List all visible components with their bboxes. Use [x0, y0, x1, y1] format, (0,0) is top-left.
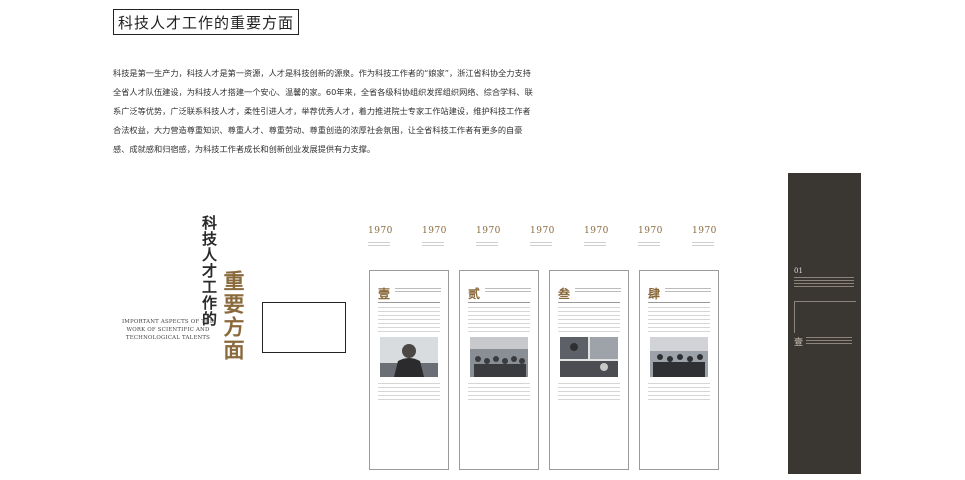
- panel-1: 壹: [369, 270, 449, 470]
- vertical-title: 科技人才工作的: [200, 215, 218, 327]
- panel-number: 01: [794, 267, 803, 275]
- panel-numeral: 贰: [468, 287, 481, 301]
- english-subtitle: IMPORTANT ASPECTS OF THE WORK OF SCIENTI…: [121, 319, 215, 341]
- timeline-year: 1970: [692, 226, 717, 246]
- panel-numeral: 肆: [648, 287, 661, 301]
- timeline-year: 1970: [530, 226, 555, 246]
- dark-side-panel: 01 壹: [788, 173, 861, 474]
- timeline-year: 1970: [584, 226, 609, 246]
- intro-paragraph: 科技是第一生产力，科技人才是第一资源，人才是科技创新的源泉。作为科技工作者的“娘…: [113, 68, 533, 154]
- timeline-years: 1970 1970 1970 1970 1970 1970 1970: [368, 226, 728, 256]
- panel-2: 贰: [459, 270, 539, 470]
- panel-numeral: 壹: [378, 287, 391, 301]
- panel-photo: [380, 337, 438, 377]
- panel-numeral: 叁: [558, 287, 571, 301]
- panel-4: 肆: [639, 270, 719, 470]
- timeline-year: 1970: [368, 226, 393, 246]
- panel-photo: [650, 337, 708, 377]
- page-title: 科技人才工作的重要方面: [113, 9, 299, 35]
- panel-photo: [560, 337, 618, 377]
- timeline-year: 1970: [638, 226, 663, 246]
- blank-frame: [262, 302, 346, 353]
- dark-panel-numeral: 壹: [794, 338, 804, 348]
- panel-3: 叁: [549, 270, 629, 470]
- timeline-year: 1970: [476, 226, 501, 246]
- panel-photo: [470, 337, 528, 377]
- dark-panel-frame: [794, 301, 856, 333]
- vertical-main-title: 重要方面: [221, 270, 246, 362]
- timeline-year: 1970: [422, 226, 447, 246]
